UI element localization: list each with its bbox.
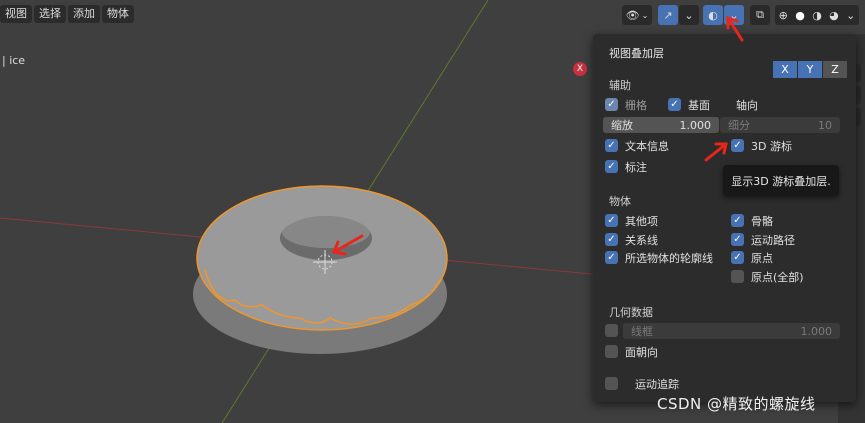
scale-label: 缩放 <box>611 119 633 132</box>
shading-rendered-icon[interactable]: ◕ <box>829 9 839 22</box>
text-info-checkbox[interactable]: ✓ <box>605 139 618 152</box>
annotations-label: 标注 <box>625 161 647 174</box>
chevron-down-icon[interactable]: ⌄ <box>846 9 855 22</box>
panel-title: 视图叠加层 <box>609 47 664 60</box>
shading-selector: ⊕ ● ◑ ◕ ⌄ <box>775 5 859 25</box>
wireframe-field[interactable]: 线框 1.000 <box>623 323 840 339</box>
menu-select[interactable]: 选择 <box>34 5 66 23</box>
overlay-popover: 视图叠加层 辅助 ✓ 栅格 ✓ 基面 轴向 缩放 1.000 细分 10 ✓ 文… <box>593 34 856 402</box>
axis-y-toggle[interactable]: Y <box>798 61 822 78</box>
grid-checkbox[interactable]: ✓ <box>605 98 618 111</box>
3d-cursor-label: 3D 游标 <box>751 140 792 153</box>
gizmo-dropdown-button[interactable]: ⌄ <box>679 5 699 25</box>
scale-value: 1.000 <box>679 118 712 132</box>
header-menu: 视图 选择 添加 物体 <box>0 5 134 23</box>
menu-view[interactable]: 视图 <box>0 5 32 23</box>
face-orientation-checkbox[interactable] <box>605 345 618 358</box>
scale-field[interactable]: 缩放 1.000 <box>603 117 719 133</box>
extras-checkbox[interactable]: ✓ <box>605 214 618 227</box>
bones-label: 骨骼 <box>751 215 773 228</box>
text-info-label: 文本信息 <box>625 140 669 153</box>
object-label: | ice <box>2 54 26 67</box>
motion-tracking-checkbox[interactable] <box>605 377 618 390</box>
donut-mesh <box>193 185 448 354</box>
x-axis-gizmo[interactable]: X <box>573 62 587 76</box>
shading-solid-icon[interactable]: ● <box>795 9 805 22</box>
origins-all-checkbox[interactable] <box>731 270 744 283</box>
annotation-arrow-icon <box>726 15 744 42</box>
origins-all-label: 原点(全部) <box>751 271 804 284</box>
gizmo-icon: ↗ <box>663 8 673 22</box>
relationship-lines-checkbox[interactable]: ✓ <box>605 233 618 246</box>
wireframe-value: 1.000 <box>800 324 833 338</box>
visibility-button[interactable]: 👁 ⌄ <box>622 5 652 25</box>
eye-icon: 👁 <box>625 8 640 22</box>
motion-paths-label: 运动路径 <box>751 234 795 247</box>
subdivisions-label: 细分 <box>728 119 750 132</box>
xray-toggle-button[interactable]: ⧉ <box>750 5 770 25</box>
motion-paths-checkbox[interactable]: ✓ <box>731 233 744 246</box>
annotation-arrow-icon <box>331 234 364 256</box>
gizmo-toggle-button[interactable]: ↗ <box>658 5 678 25</box>
origins-checkbox[interactable]: ✓ <box>731 251 744 264</box>
axis-z-toggle[interactable]: Z <box>823 61 847 78</box>
wireframe-label: 线框 <box>631 325 653 338</box>
chevron-down-icon: ⌄ <box>684 8 694 22</box>
menu-add[interactable]: 添加 <box>68 5 100 23</box>
subdivisions-value: 10 <box>818 118 832 132</box>
axes-label: 轴向 <box>736 99 758 112</box>
3d-cursor-checkbox[interactable]: ✓ <box>731 139 744 152</box>
tooltip: 显示3D 游标叠加层. <box>723 165 839 196</box>
shading-wireframe-icon[interactable]: ⊕ <box>779 9 788 22</box>
extras-label: 其他项 <box>625 215 658 228</box>
bones-checkbox[interactable]: ✓ <box>731 214 744 227</box>
outline-selected-label: 所选物体的轮廓线 <box>625 252 713 265</box>
origins-label: 原点 <box>751 252 773 265</box>
floor-checkbox[interactable]: ✓ <box>668 98 681 111</box>
xray-icon: ⧉ <box>756 8 764 21</box>
annotation-arrow-icon <box>704 142 728 162</box>
shading-material-icon[interactable]: ◑ <box>812 9 822 22</box>
axis-x-toggle[interactable]: X <box>773 61 797 78</box>
section-objects-heading: 物体 <box>609 195 631 208</box>
section-guides-heading: 辅助 <box>609 79 631 92</box>
axes-toggle-group: X Y Z <box>773 61 848 78</box>
floor-label: 基面 <box>688 99 710 112</box>
watermark: CSDN @精致的螺旋线 <box>657 395 816 413</box>
grid-label: 栅格 <box>625 99 647 112</box>
motion-tracking-label: 运动追踪 <box>635 378 679 391</box>
wireframe-checkbox[interactable] <box>605 324 618 337</box>
overlay-icon: ◐ <box>708 8 718 22</box>
section-geometry-heading: 几何数据 <box>609 306 653 319</box>
relationship-lines-label: 关系线 <box>625 234 658 247</box>
annotations-checkbox[interactable]: ✓ <box>605 160 618 173</box>
chevron-down-icon: ⌄ <box>641 10 649 20</box>
face-orientation-label: 面朝向 <box>625 346 658 359</box>
menu-object[interactable]: 物体 <box>102 5 134 23</box>
subdivisions-field[interactable]: 细分 10 <box>720 117 840 133</box>
outline-selected-checkbox[interactable]: ✓ <box>605 251 618 264</box>
